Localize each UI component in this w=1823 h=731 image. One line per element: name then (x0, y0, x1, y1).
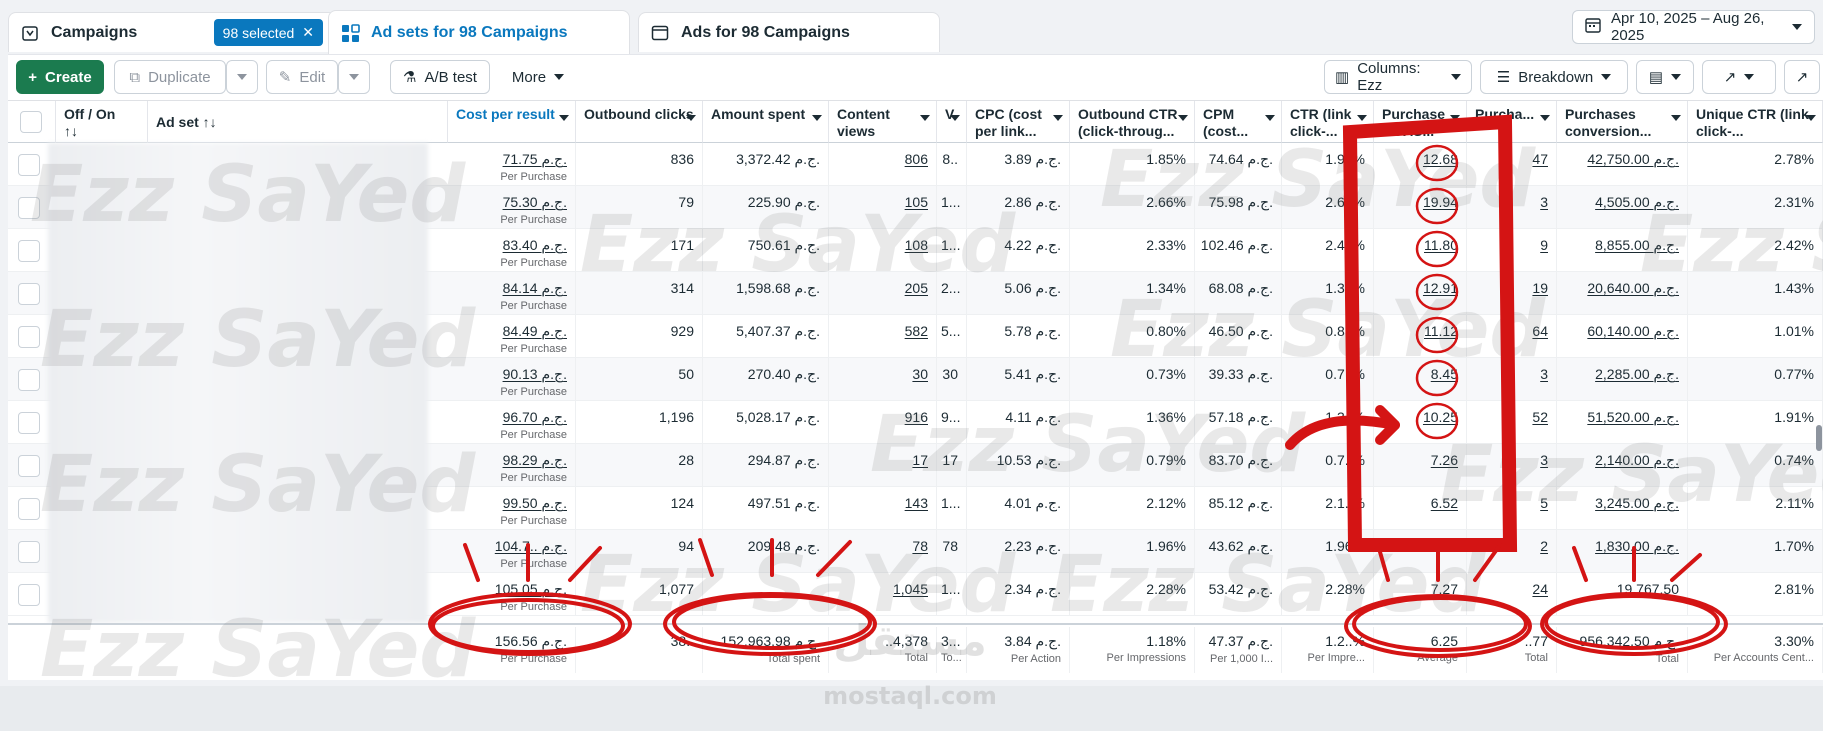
annotation-arrows (463, 543, 602, 582)
annotation-arrows (698, 538, 852, 577)
annotation-circle (431, 598, 625, 654)
ads-manager: Campaigns 98 selected ✕ Ad sets for 98 Ca… (0, 0, 1823, 731)
annotation-arrows (1572, 546, 1702, 582)
annotation-circle (1352, 596, 1528, 652)
annotation-circle (672, 594, 872, 650)
annotation-roas-circles (1415, 144, 1459, 440)
annotation-overlay (428, 114, 1728, 658)
annotation-circle (1544, 594, 1720, 650)
annotation-box (1342, 114, 1518, 552)
